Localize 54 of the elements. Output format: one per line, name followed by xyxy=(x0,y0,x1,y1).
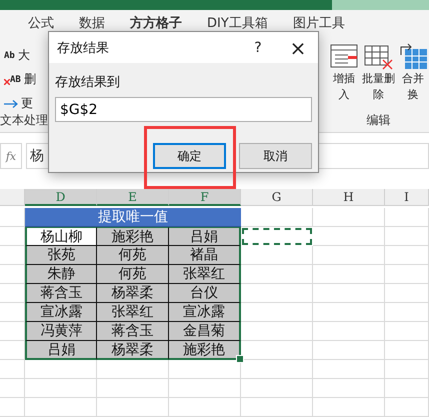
table-cell: 张翠红 xyxy=(169,265,241,284)
function-button[interactable]: fx xyxy=(0,143,22,169)
text-case-icon[interactable]: Ab xyxy=(4,50,15,60)
table-cell: 金昌菊 xyxy=(169,322,241,341)
table-cell: 杨翠柔 xyxy=(97,284,169,303)
ribbon-tab[interactable]: 数据 xyxy=(79,14,105,32)
ribbon-button-label[interactable]: 除 xyxy=(373,87,384,103)
table-cell: 宣冰露 xyxy=(169,303,241,322)
table-cell: 冯黄萍 xyxy=(25,322,97,341)
ribbon-item[interactable]: 删 xyxy=(24,71,36,88)
table-cell: 杨山柳 xyxy=(25,227,97,246)
ribbon-tab[interactable]: 图片工具 xyxy=(292,14,345,32)
ribbon-button-label[interactable]: 合并 xyxy=(402,71,424,87)
table-cell: 台仪 xyxy=(169,284,241,303)
table-cell: 杨翠柔 xyxy=(97,341,169,360)
ribbon-button-label[interactable]: 换 xyxy=(408,87,418,103)
table-cell: 张翠红 xyxy=(97,303,169,322)
field-label: 存放结果到 xyxy=(55,74,121,91)
table-cell: 蒋含玉 xyxy=(97,322,169,341)
ribbon-tab[interactable]: DIY工具箱 xyxy=(207,14,268,32)
group-label: 文本处理 xyxy=(0,112,48,129)
ribbon-item[interactable]: 大 xyxy=(18,47,30,64)
help-button[interactable]: ? xyxy=(238,40,278,56)
column-header[interactable]: I xyxy=(385,189,429,206)
table-cell: 何苑 xyxy=(97,265,169,284)
text-case-icon[interactable]: AB xyxy=(4,74,21,84)
ribbon-tab[interactable]: 公式 xyxy=(28,14,54,32)
cancel-button[interactable]: 取消 xyxy=(239,143,312,169)
table-cell: 何苑 xyxy=(97,246,169,265)
table-cell: 施彩艳 xyxy=(169,341,241,360)
table-cell: 施彩艳 xyxy=(97,227,169,246)
input-field[interactable]: $G$2 xyxy=(55,97,312,122)
column-header[interactable]: D xyxy=(25,189,97,206)
table-cell: 宣冰露 xyxy=(25,303,97,322)
title-cell: 提取唯一值 xyxy=(25,208,241,227)
ribbon-tab[interactable]: 方方格子 xyxy=(130,14,182,32)
ribbon-button-label[interactable]: 增插 xyxy=(333,71,355,87)
table-cell: 吕娟 xyxy=(169,227,241,246)
table-cell: 褚晶 xyxy=(169,246,241,265)
column-header[interactable]: F xyxy=(169,189,241,206)
ok-button[interactable]: 确定 xyxy=(153,143,226,169)
table-cell: 吕娟 xyxy=(25,341,97,360)
group-label: 编辑 xyxy=(366,112,390,129)
table-cell: 朱静 xyxy=(25,265,97,284)
table-cell: 张苑 xyxy=(25,246,97,265)
table-cell: 蒋含玉 xyxy=(25,284,97,303)
dialog-title: 存放结果 xyxy=(57,40,110,56)
column-header[interactable]: E xyxy=(97,189,169,206)
ribbon-button-label[interactable]: 批量删 xyxy=(362,71,395,87)
ribbon-item[interactable]: 更 xyxy=(21,95,33,112)
ribbon-button-label[interactable]: 入 xyxy=(338,87,350,103)
column-header[interactable]: H xyxy=(313,189,385,206)
column-header[interactable]: G xyxy=(241,189,313,206)
close-button[interactable]: × xyxy=(278,36,318,60)
